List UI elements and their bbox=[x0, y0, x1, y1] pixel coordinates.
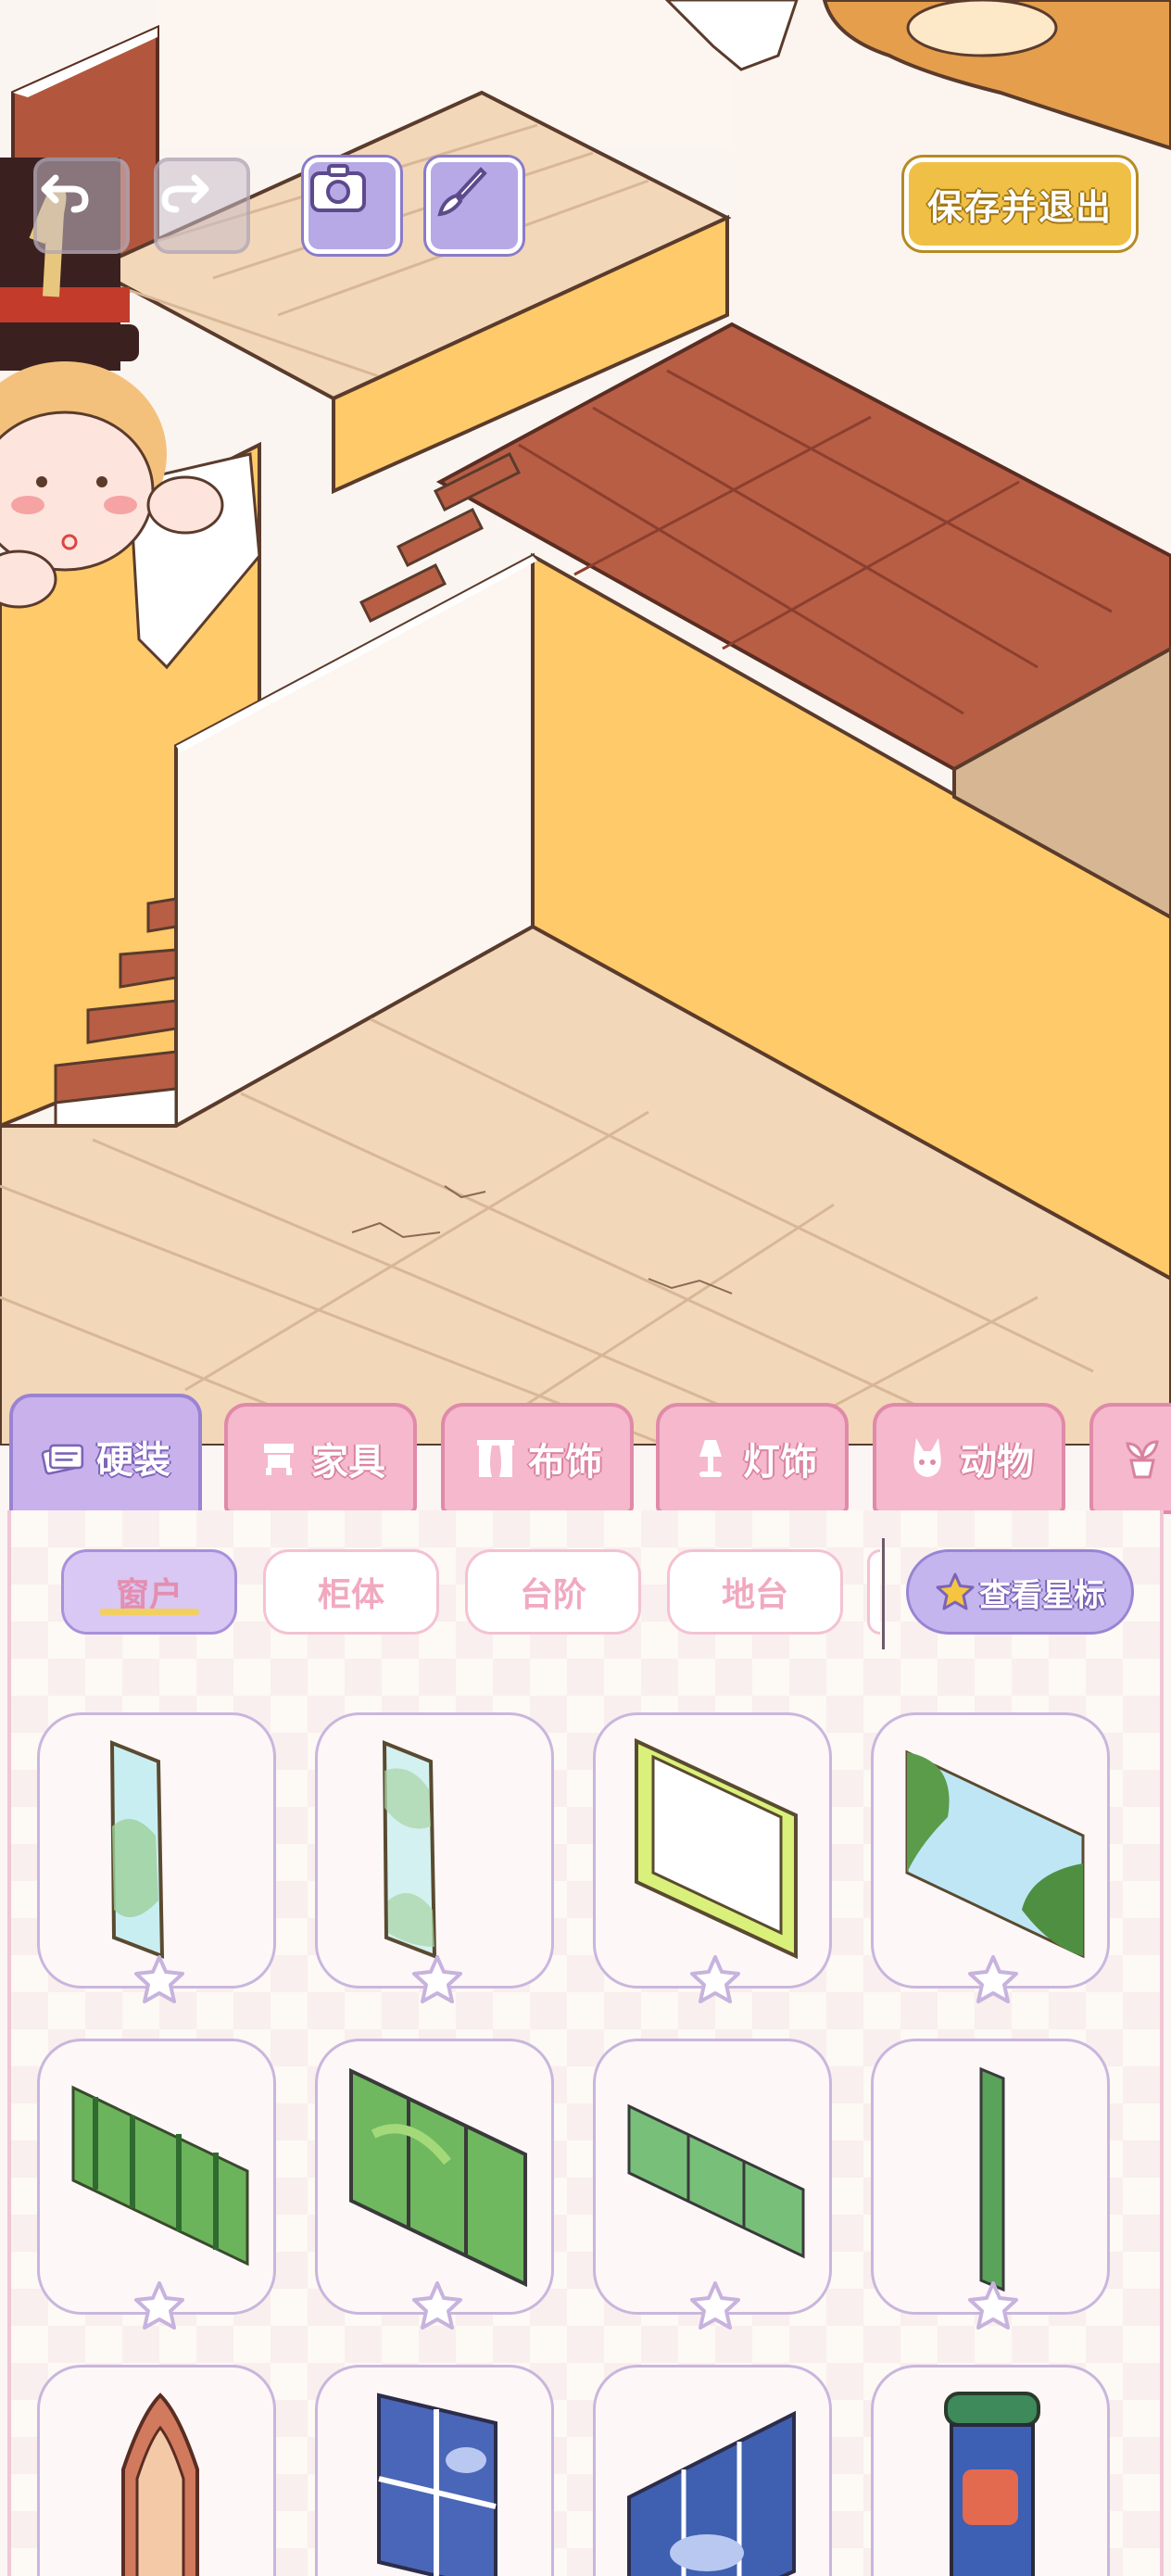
tab-label: 硬装 bbox=[96, 1438, 170, 1482]
subtab-overflow-edge[interactable] bbox=[867, 1549, 880, 1635]
item-card-window-blue-grid[interactable] bbox=[315, 2365, 554, 2576]
window-glass-clear-icon bbox=[382, 1740, 437, 1959]
paintbrush-icon bbox=[437, 167, 487, 217]
tab-label: 灯饰 bbox=[743, 1441, 817, 1484]
item-card-window-frame-green[interactable] bbox=[593, 1712, 832, 2003]
item-card-window-jungle-panorama[interactable] bbox=[37, 2039, 276, 2330]
subtab-platforms[interactable]: 地台 bbox=[667, 1549, 843, 1635]
undo-button[interactable] bbox=[33, 158, 130, 254]
item-card-window-glass-tall-clear[interactable] bbox=[315, 1712, 554, 2003]
view-starred-label: 查看星标 bbox=[979, 1576, 1105, 1614]
tab-label: 布饰 bbox=[528, 1441, 602, 1484]
view-starred-button[interactable]: 查看星标 bbox=[906, 1549, 1134, 1635]
subtab-steps[interactable]: 台阶 bbox=[465, 1549, 641, 1635]
paintbrush-button[interactable] bbox=[426, 158, 523, 254]
active-underline bbox=[99, 1609, 199, 1615]
star-favorite-icon[interactable] bbox=[966, 1954, 1020, 2006]
star-favorite-icon[interactable] bbox=[688, 1954, 742, 2006]
window-awning-green-icon bbox=[944, 2392, 1040, 2576]
item-card-window-arched-wood[interactable] bbox=[37, 2365, 276, 2576]
item-card-window-blue-cloud[interactable] bbox=[593, 2365, 832, 2576]
item-card-window-jungle-narrow[interactable] bbox=[593, 2039, 832, 2330]
star-icon bbox=[936, 1572, 975, 1610]
tab-furniture[interactable]: 家具 bbox=[224, 1403, 417, 1514]
window-jungle-panorama-icon bbox=[71, 2085, 249, 2267]
window-blue-grid-icon bbox=[377, 2393, 497, 2576]
subtab-windows[interactable]: 窗户 bbox=[61, 1549, 237, 1635]
star-favorite-icon[interactable] bbox=[132, 2280, 186, 2332]
tab-label: 动物 bbox=[960, 1441, 1034, 1484]
window-frame-green-icon bbox=[635, 1737, 798, 1960]
window-jungle-triple-icon bbox=[349, 2067, 527, 2288]
star-favorite-icon[interactable] bbox=[410, 1954, 464, 2006]
bunny-icon bbox=[904, 1435, 951, 1482]
tab-hard-decor[interactable]: 硬装 bbox=[9, 1394, 202, 1519]
window-jungle-narrow-icon bbox=[627, 2103, 805, 2259]
item-card-window-jungle-triple[interactable] bbox=[315, 2039, 554, 2330]
window-glass-tall-icon bbox=[109, 1740, 165, 1959]
camera-button[interactable] bbox=[304, 158, 400, 254]
undo-arrow-icon bbox=[41, 174, 89, 213]
cards-icon bbox=[41, 1433, 87, 1480]
save-and-exit-label: 保存并退出 bbox=[926, 186, 1113, 228]
subtab-label: 台阶 bbox=[519, 1576, 586, 1614]
tab-lighting[interactable]: 灯饰 bbox=[656, 1403, 849, 1514]
item-card-window-awning-green[interactable] bbox=[871, 2365, 1110, 2576]
category-tab-bar: 硬装 家具 布饰 灯饰 动物 bbox=[0, 1390, 1171, 1520]
subtab-label: 地台 bbox=[721, 1576, 788, 1614]
room-scene[interactable]: 保存并退出 bbox=[0, 0, 1171, 1446]
window-blue-cloud-icon bbox=[627, 2410, 796, 2576]
tab-label: 家具 bbox=[311, 1441, 385, 1484]
window-arched-wood-icon bbox=[121, 2393, 199, 2576]
item-card-window-forest-wide[interactable] bbox=[871, 1712, 1110, 2003]
subtab-divider bbox=[882, 1538, 885, 1649]
window-slit-icon bbox=[979, 2066, 1005, 2292]
tab-plants[interactable] bbox=[1089, 1403, 1171, 1514]
subtab-label: 柜体 bbox=[317, 1576, 384, 1614]
window-forest-icon bbox=[905, 1749, 1085, 1959]
tab-fabric[interactable]: 布饰 bbox=[441, 1403, 634, 1514]
cabinet-icon bbox=[256, 1435, 302, 1482]
save-and-exit-button[interactable]: 保存并退出 bbox=[904, 158, 1136, 250]
star-favorite-icon[interactable] bbox=[966, 2280, 1020, 2332]
redo-button[interactable] bbox=[154, 158, 250, 254]
plant-icon bbox=[1119, 1435, 1165, 1482]
redo-arrow-icon bbox=[161, 174, 209, 213]
tab-animals[interactable]: 动物 bbox=[873, 1403, 1065, 1514]
item-card-window-glass-tall[interactable] bbox=[37, 1712, 276, 2003]
camera-icon bbox=[310, 164, 366, 212]
star-favorite-icon[interactable] bbox=[688, 2280, 742, 2332]
item-card-window-slit-vertical[interactable] bbox=[871, 2039, 1110, 2330]
star-favorite-icon[interactable] bbox=[132, 1954, 186, 2006]
curtain-icon bbox=[472, 1435, 519, 1482]
subtab-cabinets[interactable]: 柜体 bbox=[263, 1549, 439, 1635]
lamp-icon bbox=[687, 1435, 734, 1482]
star-favorite-icon[interactable] bbox=[410, 2280, 464, 2332]
